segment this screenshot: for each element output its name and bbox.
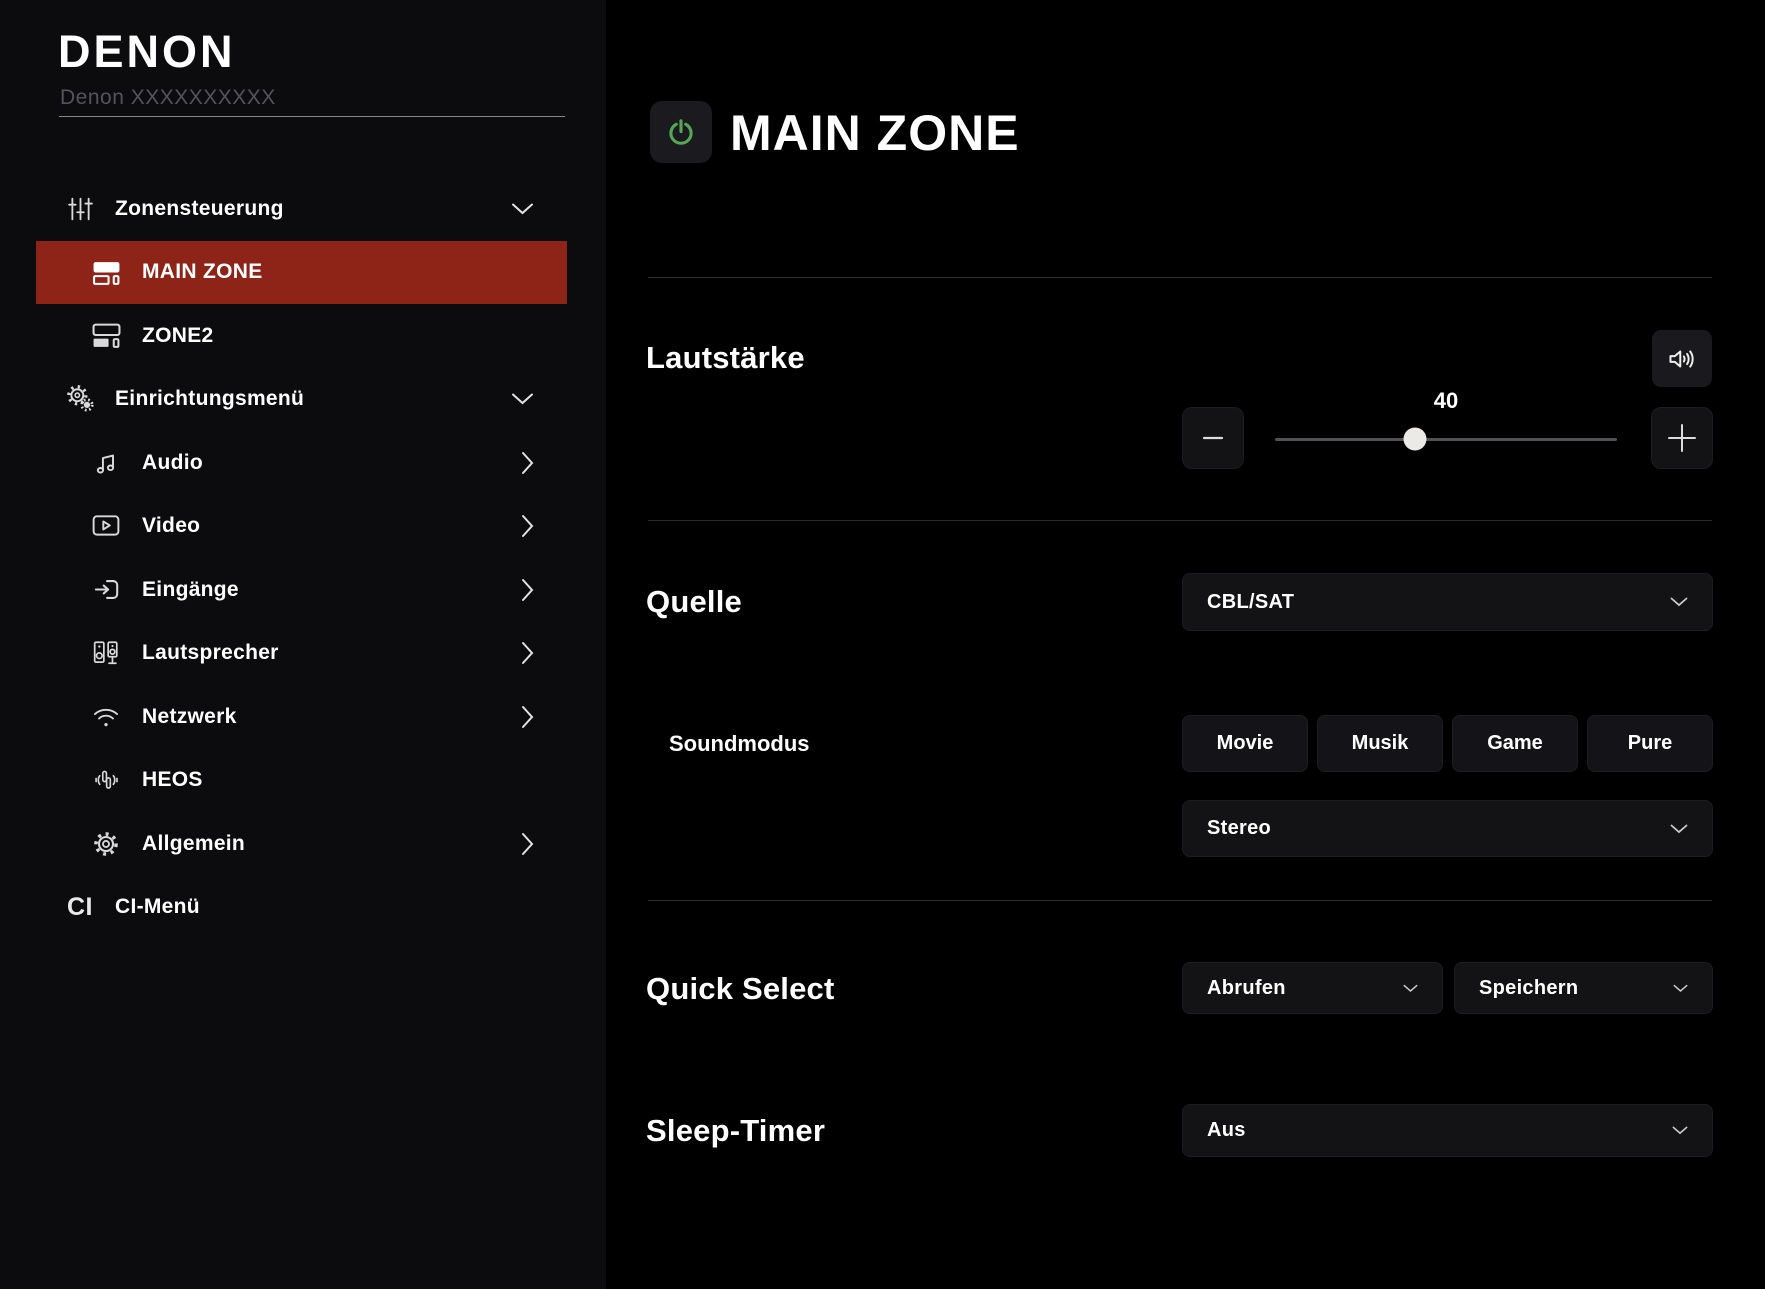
sound-mode-game-button[interactable]: Game xyxy=(1452,715,1578,772)
volume-heading: Lautstärke xyxy=(646,340,805,375)
chevron-down-icon xyxy=(511,393,534,406)
chevron-right-icon xyxy=(521,832,534,856)
chevron-down-icon xyxy=(1673,984,1688,992)
sidebar-item-eingaenge[interactable]: Eingänge xyxy=(0,558,606,622)
device-model: Denon XXXXXXXXXX xyxy=(60,86,276,109)
gears-icon xyxy=(62,381,98,417)
sidebar-item-audio[interactable]: Audio xyxy=(0,431,606,495)
plus-icon xyxy=(1668,424,1696,452)
section-divider xyxy=(648,277,1712,278)
sound-mode-musik-button[interactable]: Musik xyxy=(1317,715,1443,772)
volume-slider[interactable] xyxy=(1275,409,1617,469)
sidebar-item-label: Audio xyxy=(142,450,203,474)
sidebar-item-allgemein[interactable]: Allgemein xyxy=(0,812,606,876)
sound-mode-dropdown[interactable]: Stereo xyxy=(1182,800,1713,857)
music-note-icon xyxy=(88,445,124,481)
speakers-icon xyxy=(88,635,124,671)
chevron-right-icon xyxy=(521,514,534,538)
sound-mode-movie-button[interactable]: Movie xyxy=(1182,715,1308,772)
sidebar-item-label: Einrichtungsmenü xyxy=(115,387,305,411)
sleep-timer-selected-value: Aus xyxy=(1207,1119,1246,1141)
speaker-icon xyxy=(1669,349,1694,368)
sound-mode-selected-value: Stereo xyxy=(1207,817,1272,839)
video-icon xyxy=(88,508,124,544)
volume-slider-thumb[interactable] xyxy=(1403,427,1427,451)
sidebar-item-video[interactable]: Video xyxy=(0,495,606,559)
heos-icon xyxy=(88,762,124,798)
chevron-right-icon xyxy=(521,578,534,602)
source-heading: Quelle xyxy=(646,584,742,619)
chevron-down-icon xyxy=(511,202,534,215)
power-icon xyxy=(669,119,693,145)
sidebar-item-label: HEOS xyxy=(142,768,203,792)
sidebar-item-ci-menu[interactable]: CI CI-Menü xyxy=(0,876,606,940)
chevron-down-icon xyxy=(1670,824,1688,833)
ci-icon: CI xyxy=(67,892,93,921)
sound-mode-label: Soundmodus xyxy=(669,731,810,756)
quick-select-store-value: Speichern xyxy=(1479,976,1579,999)
section-divider xyxy=(648,520,1712,521)
sidebar-item-lautsprecher[interactable]: Lautsprecher xyxy=(0,622,606,686)
sidebar-divider xyxy=(59,116,565,117)
sidebar-item-heos[interactable]: HEOS xyxy=(0,749,606,813)
sidebar-item-label: Allgemein xyxy=(142,831,246,855)
page-title: MAIN ZONE xyxy=(730,105,1020,161)
chevron-down-icon xyxy=(1670,597,1688,607)
wifi-icon xyxy=(88,699,124,735)
sleep-timer-heading: Sleep-Timer xyxy=(646,1113,826,1148)
volume-plus-button[interactable] xyxy=(1651,407,1713,469)
main-panel: MAIN ZONE Lautstärke 40 Quelle CBL/SAT S… xyxy=(606,0,1765,1289)
sidebar-item-main-zone[interactable]: MAIN ZONE xyxy=(0,240,606,304)
gear-icon xyxy=(88,826,124,862)
sound-mode-buttons: Movie Musik Game Pure xyxy=(1182,715,1713,772)
source-selected-value: CBL/SAT xyxy=(1207,590,1295,613)
sidebar-item-label: MAIN ZONE xyxy=(142,260,263,284)
sleep-timer-dropdown[interactable]: Aus xyxy=(1182,1104,1713,1157)
mute-button[interactable] xyxy=(1652,330,1712,387)
sidebar-item-label: Zonensteuerung xyxy=(115,196,284,220)
quick-select-heading: Quick Select xyxy=(646,971,835,1006)
sidebar-item-zone2[interactable]: ZONE2 xyxy=(0,304,606,368)
sidebar-item-label: Netzwerk xyxy=(142,704,237,728)
sliders-icon xyxy=(62,191,98,227)
quick-select-recall-value: Abrufen xyxy=(1207,976,1286,999)
sidebar: DENON Denon XXXXXXXXXX Zonensteuerung MA… xyxy=(0,0,606,1289)
sidebar-item-label: ZONE2 xyxy=(142,323,214,347)
sidebar-item-netzwerk[interactable]: Netzwerk xyxy=(0,685,606,749)
sound-mode-pure-button[interactable]: Pure xyxy=(1587,715,1713,772)
sidebar-item-label: Eingänge xyxy=(142,577,239,601)
sidebar-item-einrichtungsmenu[interactable]: Einrichtungsmenü xyxy=(0,368,606,432)
zone2-icon xyxy=(88,318,124,354)
source-dropdown[interactable]: CBL/SAT xyxy=(1182,573,1713,631)
sidebar-item-label: Lautsprecher xyxy=(142,641,279,665)
volume-minus-button[interactable] xyxy=(1182,407,1244,469)
chevron-down-icon xyxy=(1672,1126,1688,1135)
sidebar-item-label: Video xyxy=(142,514,201,538)
sidebar-menu: Zonensteuerung MAIN ZONE ZONE2 Einrichtu… xyxy=(0,177,606,939)
input-icon xyxy=(88,572,124,608)
brand-logo: DENON xyxy=(58,26,236,77)
chevron-right-icon xyxy=(521,705,534,729)
quick-select-store-dropdown[interactable]: Speichern xyxy=(1454,962,1713,1014)
section-divider xyxy=(648,900,1712,901)
minus-icon xyxy=(1202,436,1224,440)
quick-select-recall-dropdown[interactable]: Abrufen xyxy=(1182,962,1443,1014)
zone-icon xyxy=(88,254,124,290)
chevron-down-icon xyxy=(1403,984,1418,992)
power-button[interactable] xyxy=(650,101,712,163)
chevron-right-icon xyxy=(521,641,534,665)
volume-slider-track[interactable] xyxy=(1275,438,1617,441)
chevron-right-icon xyxy=(521,451,534,475)
sidebar-item-zonensteuerung[interactable]: Zonensteuerung xyxy=(0,177,606,241)
app-window: DENON Denon XXXXXXXXXX Zonensteuerung MA… xyxy=(0,0,1765,1289)
sidebar-item-label: CI-Menü xyxy=(115,895,200,919)
